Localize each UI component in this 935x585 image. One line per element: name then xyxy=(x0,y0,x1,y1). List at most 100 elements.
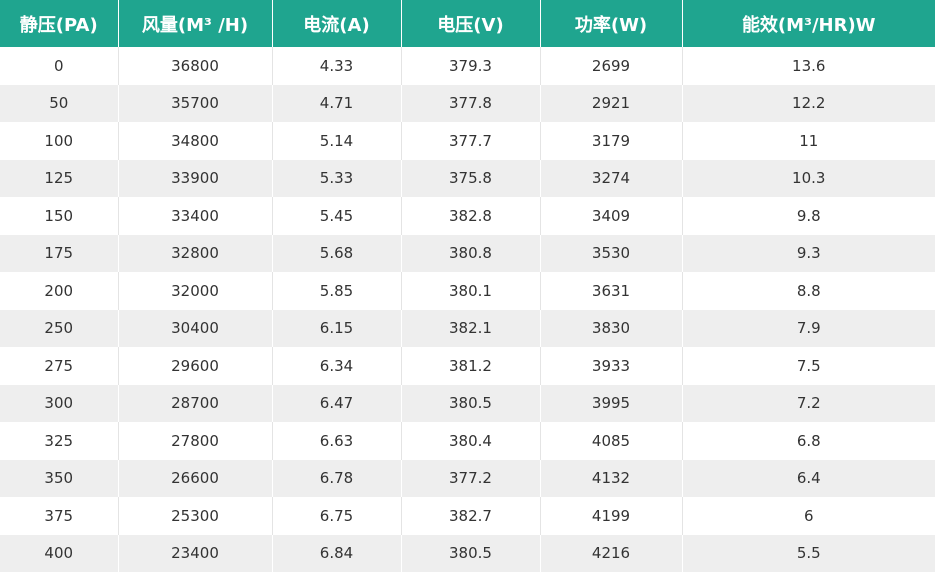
table-row: 350 26600 6.78 377.2 4132 6.4 xyxy=(0,459,935,497)
cell-power: 4132 xyxy=(539,459,682,497)
cell-current: 6.75 xyxy=(271,497,401,535)
cell-static-pressure: 325 xyxy=(0,422,118,460)
cell-static-pressure: 300 xyxy=(0,384,118,422)
table-row: 200 32000 5.85 380.1 3631 8.8 xyxy=(0,272,935,310)
table-row: 0 36800 4.33 379.3 2699 13.6 xyxy=(0,47,935,85)
cell-current: 6.63 xyxy=(271,422,401,460)
cell-power: 3530 xyxy=(539,234,682,272)
cell-current: 5.68 xyxy=(271,234,401,272)
cell-static-pressure: 400 xyxy=(0,534,118,572)
cell-efficiency: 10.3 xyxy=(681,159,935,197)
cell-static-pressure: 350 xyxy=(0,459,118,497)
cell-power: 3995 xyxy=(539,384,682,422)
cell-voltage: 381.2 xyxy=(400,347,540,385)
cell-current: 5.14 xyxy=(271,122,401,160)
cell-voltage: 377.7 xyxy=(400,122,540,160)
cell-current: 6.34 xyxy=(271,347,401,385)
cell-airflow: 36800 xyxy=(117,47,272,85)
cell-voltage: 379.3 xyxy=(400,47,540,85)
cell-power: 4199 xyxy=(539,497,682,535)
cell-voltage: 382.1 xyxy=(400,309,540,347)
cell-voltage: 377.8 xyxy=(400,84,540,122)
cell-efficiency: 7.9 xyxy=(681,309,935,347)
cell-airflow: 25300 xyxy=(117,497,272,535)
table-row: 275 29600 6.34 381.2 3933 7.5 xyxy=(0,347,935,385)
cell-current: 5.85 xyxy=(271,272,401,310)
cell-static-pressure: 50 xyxy=(0,84,118,122)
cell-current: 6.78 xyxy=(271,459,401,497)
cell-airflow: 32800 xyxy=(117,234,272,272)
table-row: 175 32800 5.68 380.8 3530 9.3 xyxy=(0,234,935,272)
header-efficiency: 能效(M³/HR)W xyxy=(681,0,935,47)
table-row: 50 35700 4.71 377.8 2921 12.2 xyxy=(0,84,935,122)
cell-power: 2921 xyxy=(539,84,682,122)
cell-efficiency: 13.6 xyxy=(681,47,935,85)
header-row: 静压(PA) 风量(M³ /H) 电流(A) 电压(V) 功率(W) 能效(M³… xyxy=(0,0,935,47)
table-row: 300 28700 6.47 380.5 3995 7.2 xyxy=(0,384,935,422)
cell-power: 3274 xyxy=(539,159,682,197)
header-power: 功率(W) xyxy=(539,0,682,47)
table-body: 0 36800 4.33 379.3 2699 13.6 50 35700 4.71 377.8 2… xyxy=(0,47,935,572)
cell-airflow: 32000 xyxy=(117,272,272,310)
cell-airflow: 29600 xyxy=(117,347,272,385)
header-voltage: 电压(V) xyxy=(400,0,540,47)
header-current: 电流(A) xyxy=(271,0,401,47)
cell-voltage: 380.5 xyxy=(400,384,540,422)
cell-voltage: 382.7 xyxy=(400,497,540,535)
cell-airflow: 26600 xyxy=(117,459,272,497)
cell-airflow: 28700 xyxy=(117,384,272,422)
cell-power: 3179 xyxy=(539,122,682,160)
table-row: 100 34800 5.14 377.7 3179 11 xyxy=(0,122,935,160)
cell-efficiency: 5.5 xyxy=(681,534,935,572)
cell-static-pressure: 0 xyxy=(0,47,118,85)
cell-efficiency: 12.2 xyxy=(681,84,935,122)
cell-voltage: 380.5 xyxy=(400,534,540,572)
cell-airflow: 33900 xyxy=(117,159,272,197)
cell-airflow: 33400 xyxy=(117,197,272,235)
cell-efficiency: 9.8 xyxy=(681,197,935,235)
cell-efficiency: 9.3 xyxy=(681,234,935,272)
cell-static-pressure: 175 xyxy=(0,234,118,272)
cell-voltage: 382.8 xyxy=(400,197,540,235)
cell-current: 6.84 xyxy=(271,534,401,572)
cell-voltage: 380.4 xyxy=(400,422,540,460)
cell-static-pressure: 250 xyxy=(0,309,118,347)
cell-power: 2699 xyxy=(539,47,682,85)
table-row: 375 25300 6.75 382.7 4199 6 xyxy=(0,497,935,535)
cell-static-pressure: 375 xyxy=(0,497,118,535)
cell-static-pressure: 150 xyxy=(0,197,118,235)
cell-static-pressure: 200 xyxy=(0,272,118,310)
cell-efficiency: 7.5 xyxy=(681,347,935,385)
cell-airflow: 23400 xyxy=(117,534,272,572)
cell-efficiency: 6.8 xyxy=(681,422,935,460)
fan-performance-table: 静压(PA) 风量(M³ /H) 电流(A) 电压(V) 功率(W) 能效(M³… xyxy=(0,0,935,572)
cell-static-pressure: 125 xyxy=(0,159,118,197)
cell-power: 4085 xyxy=(539,422,682,460)
cell-power: 4216 xyxy=(539,534,682,572)
cell-voltage: 380.8 xyxy=(400,234,540,272)
cell-current: 4.71 xyxy=(271,84,401,122)
cell-current: 6.15 xyxy=(271,309,401,347)
cell-power: 3409 xyxy=(539,197,682,235)
cell-power: 3933 xyxy=(539,347,682,385)
cell-current: 5.33 xyxy=(271,159,401,197)
cell-voltage: 375.8 xyxy=(400,159,540,197)
cell-efficiency: 6 xyxy=(681,497,935,535)
cell-airflow: 35700 xyxy=(117,84,272,122)
cell-airflow: 34800 xyxy=(117,122,272,160)
cell-efficiency: 8.8 xyxy=(681,272,935,310)
cell-voltage: 377.2 xyxy=(400,459,540,497)
cell-efficiency: 7.2 xyxy=(681,384,935,422)
table-row: 150 33400 5.45 382.8 3409 9.8 xyxy=(0,197,935,235)
table-row: 325 27800 6.63 380.4 4085 6.8 xyxy=(0,422,935,460)
cell-power: 3830 xyxy=(539,309,682,347)
cell-airflow: 27800 xyxy=(117,422,272,460)
header-static-pressure: 静压(PA) xyxy=(0,0,118,47)
cell-static-pressure: 275 xyxy=(0,347,118,385)
cell-current: 5.45 xyxy=(271,197,401,235)
cell-voltage: 380.1 xyxy=(400,272,540,310)
cell-efficiency: 11 xyxy=(681,122,935,160)
table-row: 125 33900 5.33 375.8 3274 10.3 xyxy=(0,159,935,197)
table-row: 250 30400 6.15 382.1 3830 7.9 xyxy=(0,309,935,347)
cell-airflow: 30400 xyxy=(117,309,272,347)
